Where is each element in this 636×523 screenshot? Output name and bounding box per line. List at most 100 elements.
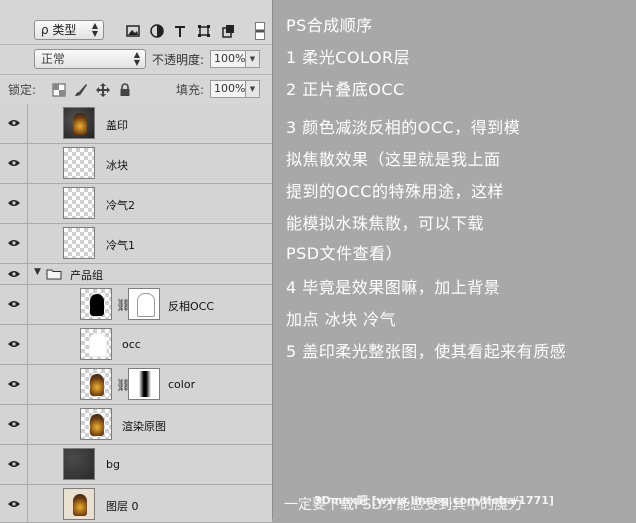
note-title: PS合成顺序 xyxy=(286,16,373,35)
visibility-toggle[interactable] xyxy=(0,445,28,484)
layer-mask-thumbnail[interactable] xyxy=(128,288,160,320)
eye-icon xyxy=(8,160,20,166)
filter-kind-dropdown[interactable]: ρ 类型 ▲ ▼ xyxy=(34,20,104,40)
filter-toggle-switch[interactable] xyxy=(255,22,265,40)
lock-label: 锁定: xyxy=(8,83,37,97)
layer-row[interactable]: 盖印 xyxy=(0,104,272,144)
layer-thumbnail xyxy=(63,187,95,219)
eye-icon xyxy=(8,271,20,277)
layer-row[interactable]: 冷气2 xyxy=(0,184,272,224)
eye-icon xyxy=(8,200,20,206)
mask-shape xyxy=(137,293,155,317)
note-line: 4 毕竟是效果图嘛，加上背景 xyxy=(286,278,501,297)
group-expand-arrow-icon[interactable]: ▼ xyxy=(34,267,41,277)
layer-name: 盖印 xyxy=(106,119,128,132)
layer-name: bg xyxy=(106,458,120,471)
layer-row[interactable]: ⛓ 反相OCC xyxy=(0,285,272,325)
layers-panel: ρ 类型 ▲ ▼ 正常 ▲ ▼ 不透明度: 100% ▼ 锁定: 填充: 100% … xyxy=(0,0,273,523)
layer-thumbnail xyxy=(63,107,95,139)
layer-thumbnail xyxy=(63,227,95,259)
dropdown-arrows-icon: ▲ ▼ xyxy=(91,21,98,38)
layer-thumbnail xyxy=(80,288,112,320)
folder-icon xyxy=(46,269,62,280)
note-line: 2 正片叠底OCC xyxy=(286,80,405,99)
visibility-toggle[interactable] xyxy=(0,224,28,263)
visibility-toggle[interactable] xyxy=(0,325,28,364)
product-thumbnail-shape xyxy=(89,333,107,357)
note-line: 3 颜色减淡反相的OCC，得到模 xyxy=(286,118,521,137)
mask-gradient-shape xyxy=(139,371,151,397)
product-thumbnail-shape xyxy=(90,374,104,396)
note-line: 加点 冰块 冷气 xyxy=(286,310,397,329)
opacity-slider-arrow-icon[interactable]: ▼ xyxy=(246,50,260,68)
layer-thumbnail xyxy=(63,448,95,480)
product-thumbnail-shape xyxy=(73,113,87,135)
layer-row[interactable]: occ xyxy=(0,325,272,365)
layer-thumbnail xyxy=(63,488,95,520)
layer-name: 渲染原图 xyxy=(122,420,166,433)
layers-list: 盖印 冰块 冷气2 冷气1 ▼ 产品组 ⛓ 反相OCC occ ⛓ color … xyxy=(0,104,272,523)
visibility-toggle[interactable] xyxy=(0,144,28,183)
note-line: 1 柔光COLOR层 xyxy=(286,48,411,67)
blend-mode-label: 正常 xyxy=(41,52,66,66)
layer-row[interactable]: bg xyxy=(0,445,272,485)
layer-thumbnail xyxy=(80,328,112,360)
layer-name: 冰块 xyxy=(106,159,128,172)
visibility-toggle[interactable] xyxy=(0,285,28,324)
layer-thumbnail xyxy=(80,408,112,440)
adjustment-filter-icon[interactable] xyxy=(150,24,164,38)
visibility-toggle[interactable] xyxy=(0,104,28,143)
visibility-toggle[interactable] xyxy=(0,365,28,404)
opacity-label: 不透明度: xyxy=(152,53,205,67)
fill-slider-arrow-icon[interactable]: ▼ xyxy=(246,80,260,98)
eye-icon xyxy=(8,381,20,387)
eye-icon xyxy=(8,501,20,507)
type-filter-icon[interactable] xyxy=(173,24,187,38)
layer-group-row[interactable]: ▼ 产品组 xyxy=(0,264,272,285)
eye-icon xyxy=(8,461,20,467)
layer-name: 冷气2 xyxy=(106,199,135,212)
lock-pixels-brush-icon[interactable] xyxy=(74,83,88,97)
eye-icon xyxy=(8,301,20,307)
shape-filter-icon[interactable] xyxy=(197,24,211,38)
layer-mask-thumbnail[interactable] xyxy=(128,368,160,400)
fill-input[interactable]: 100% xyxy=(210,80,246,98)
opacity-input[interactable]: 100% xyxy=(210,50,246,68)
note-line: 5 盖印柔光整张图，使其看起来有质感 xyxy=(286,342,567,361)
layer-name: 反相OCC xyxy=(168,300,215,313)
eye-icon xyxy=(8,120,20,126)
note-line: 提到的OCC的特殊用途，这样 xyxy=(286,182,504,201)
layer-name: occ xyxy=(122,338,141,351)
visibility-toggle[interactable] xyxy=(0,184,28,223)
eye-icon xyxy=(8,421,20,427)
blend-bar: 正常 ▲ ▼ 不透明度: 100% ▼ xyxy=(0,44,272,75)
lock-transparency-icon[interactable] xyxy=(52,83,66,97)
layer-name: 冷气1 xyxy=(106,239,135,252)
filter-bar: ρ 类型 ▲ ▼ xyxy=(0,0,272,45)
dropdown-arrows-icon: ▲ ▼ xyxy=(133,50,140,67)
eye-icon xyxy=(8,240,20,246)
image-filter-icon[interactable] xyxy=(126,24,140,38)
visibility-toggle[interactable] xyxy=(0,405,28,444)
product-thumbnail-shape xyxy=(90,294,104,316)
layer-row[interactable]: 图层 0 xyxy=(0,485,272,523)
layer-name: 图层 0 xyxy=(106,500,139,513)
visibility-toggle[interactable] xyxy=(0,485,28,522)
layer-name: color xyxy=(168,378,196,391)
note-line: 能模拟水珠焦散，可以下载 xyxy=(286,214,485,233)
layer-row[interactable]: ⛓ color xyxy=(0,365,272,405)
layer-row[interactable]: 冰块 xyxy=(0,144,272,184)
lock-position-move-icon[interactable] xyxy=(96,83,110,97)
visibility-toggle[interactable] xyxy=(0,264,28,284)
layer-row[interactable]: 渲染原图 xyxy=(0,405,272,445)
fill-label: 填充: xyxy=(176,83,205,97)
product-thumbnail-shape xyxy=(73,494,87,516)
watermark-overlay: 3Dmax吧 [www.lineeg.com/tieba/1771] xyxy=(314,494,554,507)
product-thumbnail-shape xyxy=(90,414,104,436)
layer-name: 产品组 xyxy=(70,269,103,282)
blend-mode-dropdown[interactable]: 正常 ▲ ▼ xyxy=(34,49,146,69)
layer-row[interactable]: 冷气1 xyxy=(0,224,272,264)
lock-all-padlock-icon[interactable] xyxy=(118,83,132,97)
smart-object-filter-icon[interactable] xyxy=(221,24,235,38)
note-line: PSD文件查看） xyxy=(286,244,403,263)
